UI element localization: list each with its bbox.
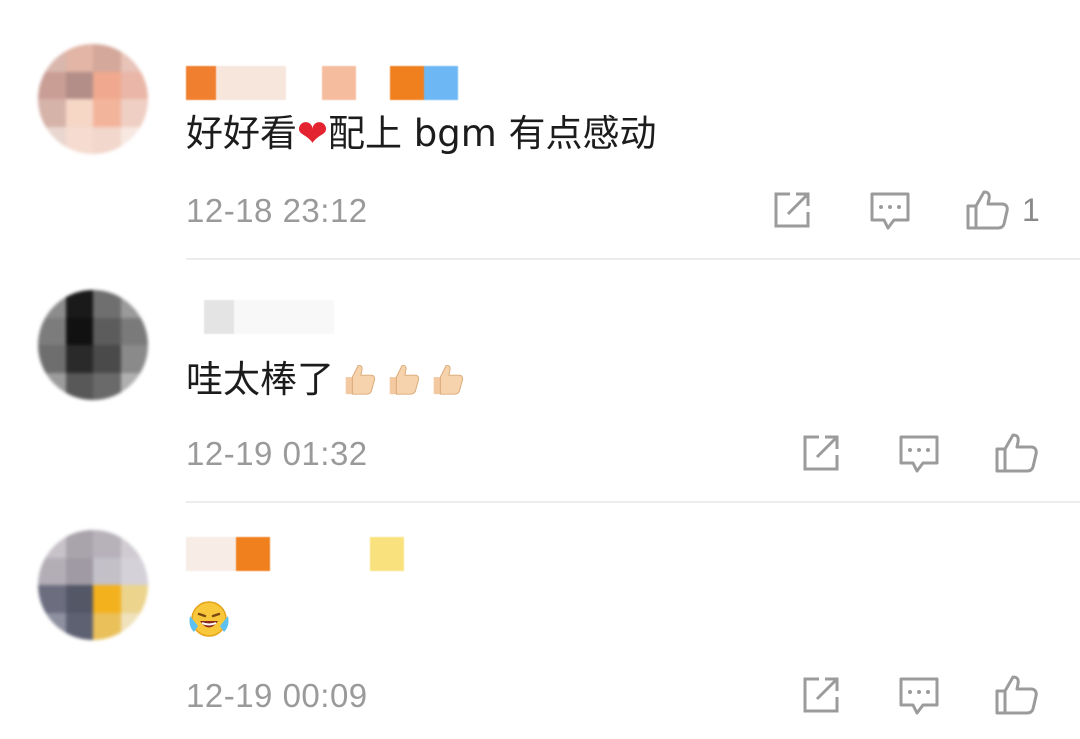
avatar[interactable]	[38, 290, 148, 400]
share-icon	[803, 435, 839, 471]
timestamp: 12-19 00:09	[186, 677, 368, 714]
like-button[interactable]	[993, 671, 1041, 719]
share-button[interactable]	[797, 429, 845, 477]
timestamp: 12-19 01:32	[186, 435, 368, 472]
crying-laughing-emoji	[189, 601, 229, 637]
reply-button[interactable]	[895, 429, 943, 477]
comment-icon	[899, 677, 939, 715]
share-icon	[774, 192, 810, 228]
comment-icon	[899, 435, 939, 473]
share-icon	[803, 677, 839, 713]
divider	[186, 258, 1080, 260]
username-redacted[interactable]	[186, 300, 334, 334]
share-button[interactable]	[768, 186, 816, 234]
thumbs-up-emoji	[389, 365, 420, 395]
heart-icon: ❤	[297, 112, 329, 155]
like-button[interactable]	[964, 186, 1012, 234]
thumbs-up-emoji	[433, 365, 464, 395]
username-redacted[interactable]	[186, 66, 458, 100]
comment-icon	[870, 192, 910, 230]
thumbs-up-icon	[966, 190, 1009, 230]
thumbs-up-emoji	[345, 365, 376, 395]
thumbs-up-icon	[995, 675, 1038, 715]
reply-button[interactable]	[866, 186, 914, 234]
comment-text	[186, 596, 232, 654]
like-button[interactable]	[993, 429, 1041, 477]
divider	[186, 501, 1080, 503]
share-button[interactable]	[797, 671, 845, 719]
comment-text: 好好看❤配上 bgm 有点感动	[186, 112, 657, 155]
timestamp: 12-18 23:12	[186, 192, 368, 229]
avatar[interactable]	[38, 44, 148, 154]
avatar[interactable]	[38, 530, 148, 640]
comment-text: 哇太棒了	[186, 356, 466, 404]
username-redacted[interactable]	[186, 537, 404, 571]
thumbs-up-icon	[995, 433, 1038, 473]
reply-button[interactable]	[895, 671, 943, 719]
like-count: 1	[1022, 192, 1040, 228]
